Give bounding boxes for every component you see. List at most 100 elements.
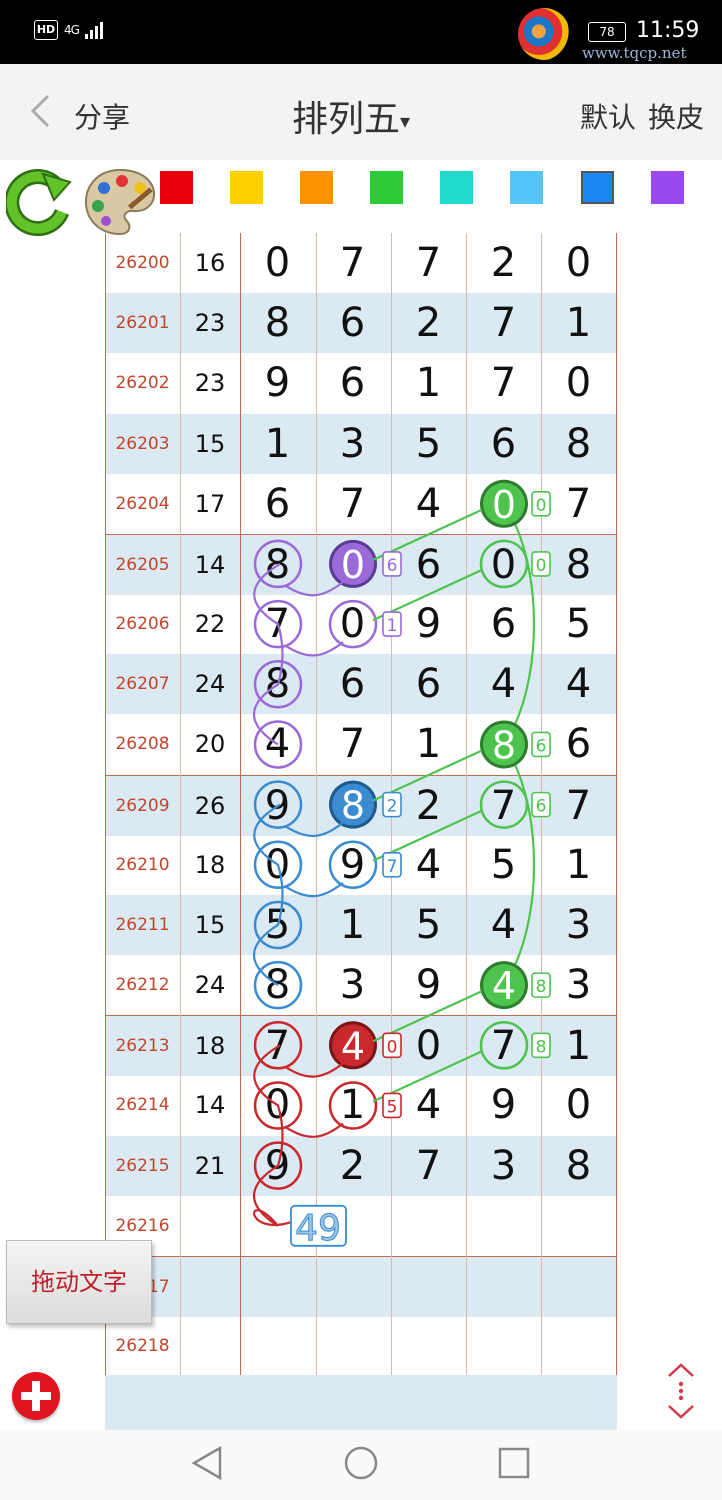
digit-cell[interactable]: 0 (466, 474, 541, 534)
digit-cell[interactable]: 6 (315, 293, 390, 353)
digit-cell[interactable]: 4 (391, 1075, 466, 1135)
digit-cell[interactable]: 0 (466, 535, 541, 595)
digit-cell[interactable]: 6 (391, 654, 466, 714)
digit-cell[interactable]: 1 (240, 414, 315, 474)
digit-cell[interactable] (391, 1196, 466, 1256)
digit-cell[interactable]: 4 (466, 955, 541, 1015)
digit-cell[interactable]: 0 (240, 835, 315, 895)
digit-cell[interactable]: 9 (240, 353, 315, 413)
digit-cell[interactable]: 9 (391, 594, 466, 654)
color-palette-icon[interactable] (82, 166, 158, 238)
digit-cell[interactable]: 1 (315, 1075, 390, 1135)
digit-cell[interactable]: 9 (240, 1136, 315, 1196)
digit-cell[interactable]: 7 (315, 714, 390, 774)
digit-cell[interactable]: 4 (240, 714, 315, 774)
drag-text-button[interactable]: 拖动文字 (6, 1240, 152, 1324)
back-triangle-icon[interactable] (190, 1445, 224, 1481)
color-swatch[interactable] (581, 171, 614, 204)
digit-cell[interactable]: 4 (391, 835, 466, 895)
digit-cell[interactable]: 8 (240, 654, 315, 714)
digit-cell[interactable]: 8 (240, 535, 315, 595)
digit-cell[interactable]: 4 (315, 1016, 390, 1076)
digit-cell[interactable]: 5 (541, 594, 616, 654)
share-button[interactable]: 分享 (74, 96, 130, 136)
digit-cell[interactable]: 0 (315, 535, 390, 595)
digit-cell[interactable]: 2 (315, 1136, 390, 1196)
digit-cell[interactable]: 8 (240, 293, 315, 353)
digit-cell[interactable]: 4 (466, 895, 541, 955)
color-swatch[interactable] (651, 171, 684, 204)
digit-cell[interactable] (240, 1316, 315, 1376)
default-button[interactable]: 默认 (580, 96, 636, 136)
digit-cell[interactable]: 9 (240, 776, 315, 836)
digit-cell[interactable]: 7 (466, 353, 541, 413)
digit-cell[interactable]: 1 (315, 895, 390, 955)
digit-cell[interactable]: 1 (541, 1016, 616, 1076)
digit-cell[interactable]: 7 (541, 776, 616, 836)
digit-cell[interactable]: 5 (391, 414, 466, 474)
digit-cell[interactable] (466, 1316, 541, 1376)
digit-cell[interactable]: 8 (466, 714, 541, 774)
digit-cell[interactable] (541, 1316, 616, 1376)
digit-cell[interactable] (541, 1257, 616, 1317)
digit-cell[interactable] (315, 1316, 390, 1376)
change-skin-button[interactable]: 换皮 (648, 96, 704, 136)
digit-cell[interactable]: 2 (466, 233, 541, 293)
digit-cell[interactable]: 7 (541, 474, 616, 534)
digit-cell[interactable]: 0 (391, 1016, 466, 1076)
digit-cell[interactable]: 1 (391, 353, 466, 413)
color-swatch[interactable] (230, 171, 263, 204)
digit-cell[interactable]: 1 (541, 293, 616, 353)
digit-cell[interactable]: 0 (541, 233, 616, 293)
lottery-type-dropdown[interactable]: 排列五▾ (292, 90, 410, 142)
digit-cell[interactable]: 8 (541, 1136, 616, 1196)
digit-cell[interactable] (466, 1196, 541, 1256)
digit-cell[interactable]: 5 (391, 895, 466, 955)
color-swatch[interactable] (510, 171, 543, 204)
digit-cell[interactable] (315, 1257, 390, 1317)
digit-cell[interactable]: 2 (391, 293, 466, 353)
digit-cell[interactable] (315, 1196, 390, 1256)
recents-square-icon[interactable] (497, 1445, 531, 1481)
digit-cell[interactable]: 6 (315, 353, 390, 413)
digit-cell[interactable]: 0 (240, 1075, 315, 1135)
digit-cell[interactable]: 7 (391, 1136, 466, 1196)
digit-cell[interactable] (391, 1257, 466, 1317)
digit-cell[interactable]: 6 (541, 714, 616, 774)
digit-cell[interactable]: 6 (240, 474, 315, 534)
digit-cell[interactable]: 0 (240, 233, 315, 293)
chevron-left-icon[interactable] (30, 94, 50, 128)
digit-cell[interactable] (240, 1196, 315, 1256)
digit-cell[interactable]: 2 (391, 776, 466, 836)
digit-cell[interactable]: 0 (315, 594, 390, 654)
digit-cell[interactable]: 8 (541, 535, 616, 595)
digit-cell[interactable]: 7 (240, 594, 315, 654)
digit-cell[interactable]: 7 (315, 474, 390, 534)
digit-cell[interactable]: 6 (466, 414, 541, 474)
color-swatch[interactable] (370, 171, 403, 204)
digit-cell[interactable]: 1 (541, 835, 616, 895)
digit-cell[interactable]: 1 (391, 714, 466, 774)
digit-cell[interactable]: 7 (466, 293, 541, 353)
color-swatch[interactable] (300, 171, 333, 204)
digit-cell[interactable] (240, 1257, 315, 1317)
digit-cell[interactable]: 4 (541, 654, 616, 714)
digit-cell[interactable]: 8 (240, 955, 315, 1015)
digit-cell[interactable]: 7 (315, 233, 390, 293)
digit-cell[interactable]: 7 (466, 776, 541, 836)
digit-cell[interactable]: 0 (541, 1075, 616, 1135)
scroll-up-down-icon[interactable] (664, 1362, 698, 1420)
digit-cell[interactable]: 8 (315, 776, 390, 836)
digit-cell[interactable]: 9 (315, 835, 390, 895)
color-swatch[interactable] (440, 171, 473, 204)
digit-cell[interactable]: 8 (541, 414, 616, 474)
digit-cell[interactable]: 6 (315, 654, 390, 714)
digit-cell[interactable]: 3 (466, 1136, 541, 1196)
digit-cell[interactable]: 3 (315, 414, 390, 474)
digit-cell[interactable]: 7 (466, 1016, 541, 1076)
digit-cell[interactable]: 3 (315, 955, 390, 1015)
add-icon[interactable] (12, 1372, 60, 1420)
digit-cell[interactable]: 3 (541, 955, 616, 1015)
home-circle-icon[interactable] (343, 1445, 379, 1481)
color-swatch[interactable] (160, 171, 193, 204)
